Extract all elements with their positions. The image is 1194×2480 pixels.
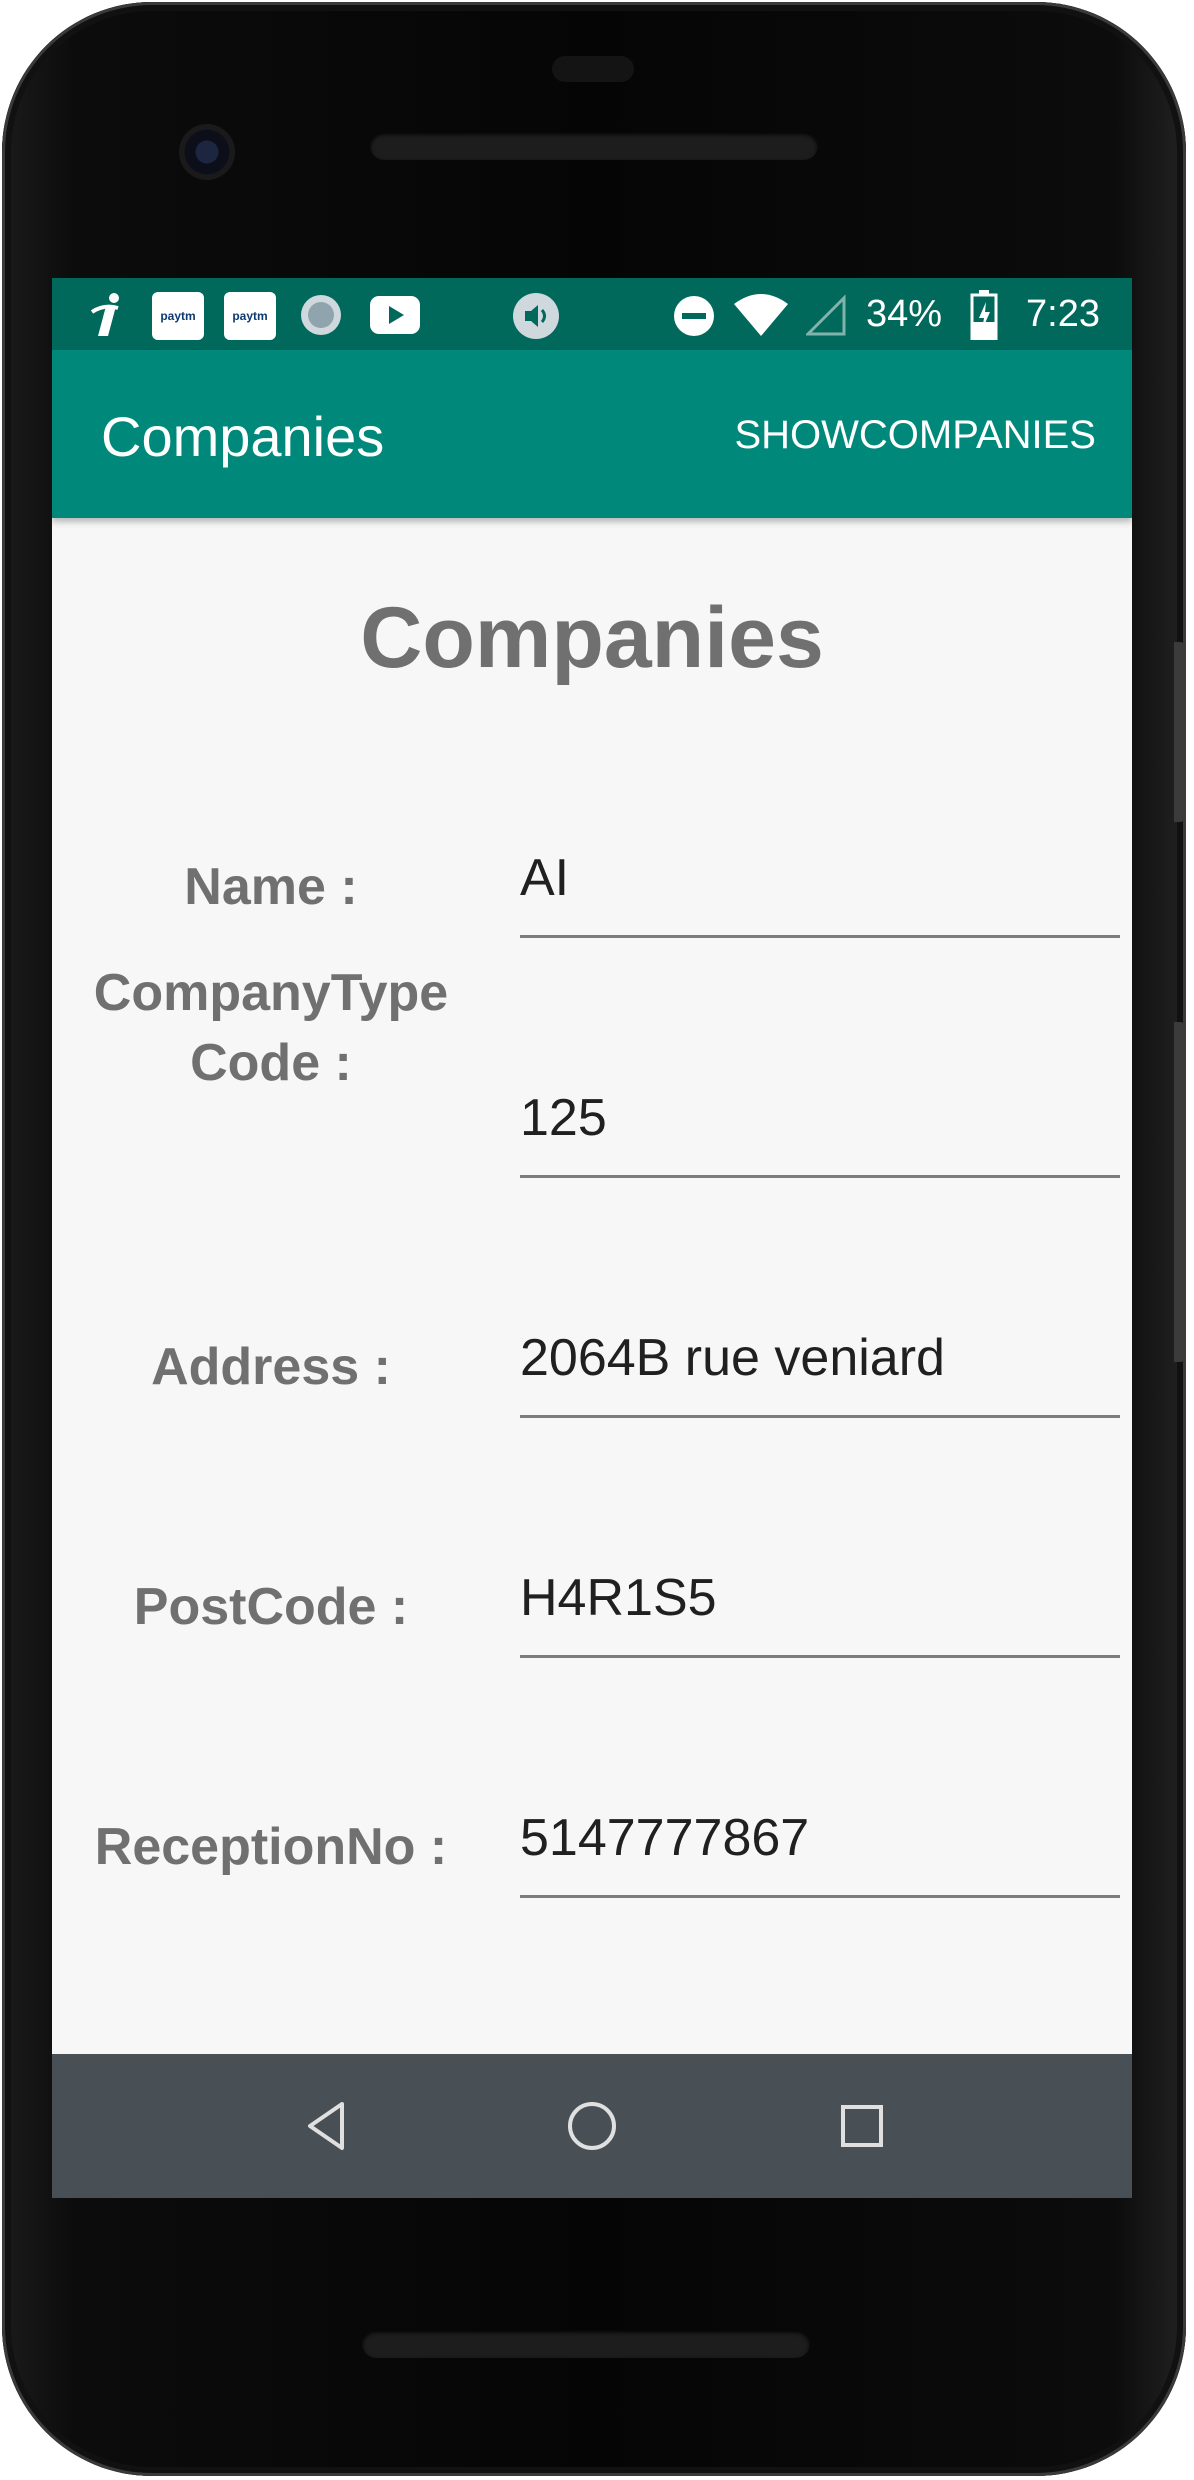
volume-icon [513,293,559,339]
app-notification-icon [90,293,119,336]
address-label: Address : [151,1338,391,1396]
company-type-code-label: CompanyType Code : [93,964,449,1092]
app-bar-title: Companies [101,405,385,468]
cell-signal-icon [806,294,846,336]
power-button [1174,642,1186,822]
page-title: Companies [360,590,824,686]
postcode-label: PostCode : [133,1578,409,1636]
company-type-code-field[interactable] [520,1078,1120,1178]
device-screen: paytm paytm 34% 7:23 Companies SHOWCOMPA… [52,278,1132,2198]
reception-no-field[interactable] [520,1798,1120,1898]
postcode-field[interactable] [520,1558,1120,1658]
show-companies-button[interactable]: SHOWCOMPANIES [734,410,1096,460]
youtube-icon [370,296,420,334]
volume-button [1174,1022,1186,1362]
address-field[interactable] [520,1318,1120,1418]
recent-apps-icon[interactable] [830,2094,894,2158]
clock: 7:23 [1026,293,1100,335]
status-bar: paytm paytm 34% 7:23 [52,278,1132,350]
name-label: Name : [184,858,358,916]
reception-no-label: ReceptionNo : [94,1818,448,1876]
wifi-icon [734,294,788,336]
name-field[interactable] [520,838,1120,938]
do-not-disturb-icon [674,296,714,336]
earpiece-speaker [370,132,818,160]
app-bar: Companies SHOWCOMPANIES [52,350,1132,518]
home-icon[interactable] [560,2094,624,2158]
front-camera [179,124,235,180]
sync-circle-icon [301,295,341,335]
battery-charging-icon [970,290,998,340]
battery-percentage: 34% [866,293,943,335]
back-icon[interactable] [296,2094,360,2158]
navigation-bar [52,2054,1132,2198]
bottom-speaker [362,2330,810,2358]
paytm-icon: paytm [152,292,204,340]
proximity-sensor [552,56,634,82]
paytm-icon: paytm [224,292,276,340]
